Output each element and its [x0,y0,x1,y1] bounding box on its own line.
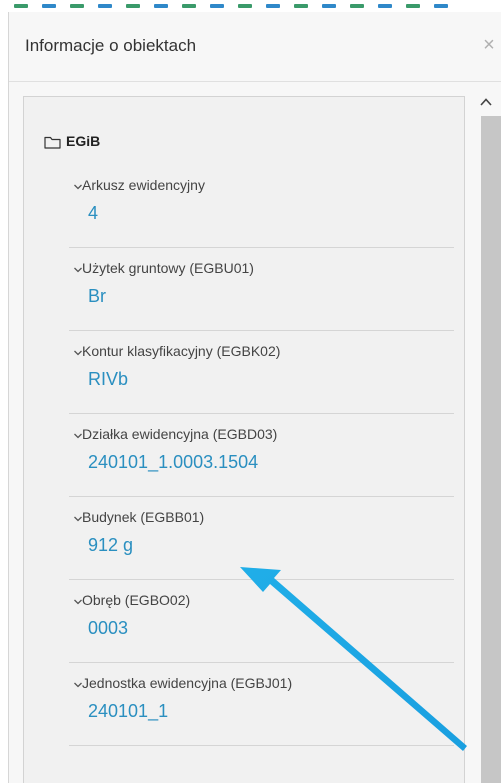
map-line-fragment [42,4,56,8]
map-line-fragment [182,4,196,8]
scrollbar-thumb[interactable] [481,116,501,783]
map-line-fragment [350,4,364,8]
vertical-scrollbar[interactable] [471,96,501,783]
panel-title: Informacje o obiektach [25,36,197,55]
map-line-fragment [378,4,392,8]
tree-item-label: Użytek gruntowy (EGBU01) [82,260,254,276]
tree-item-budynek[interactable]: Budynek (EGBB01) 912 g [69,497,454,580]
map-line-fragment [126,4,140,8]
close-icon[interactable]: × [479,34,499,56]
folder-icon [44,136,61,149]
map-line-fragment [14,4,28,8]
map-line-fragment [406,4,420,8]
map-line-fragment [210,4,224,8]
tree-item-value[interactable]: 240101_1 [88,701,168,722]
tree-item-obreb[interactable]: Obręb (EGBO02) 0003 [69,580,454,663]
tree-item-jednostka-ewidencyjna[interactable]: Jednostka ewidencyjna (EGBJ01) 240101_1 [69,663,454,746]
tree-item-value[interactable]: 4 [88,203,98,224]
tree-item-value[interactable]: Br [88,286,106,307]
tree-item-dzialka-ewidencyjna[interactable]: Działka ewidencyjna (EGBD03) 240101_1.00… [69,414,454,497]
map-line-fragment [70,4,84,8]
tree-item-label: Jednostka ewidencyjna (EGBJ01) [82,675,293,691]
map-line-fragment [238,4,252,8]
map-line-fragment [294,4,308,8]
scroll-up-icon[interactable] [479,96,493,108]
tree-item-uzytek-gruntowy[interactable]: Użytek gruntowy (EGBU01) Br [69,248,454,331]
panel-scroll-area: EGiB Arkusz ewidencyjny 4 Użytek gruntow… [9,96,501,783]
tree-item-value[interactable]: 912 g [88,535,133,556]
panel-header: Informacje o obiektach × [9,12,501,82]
tree-item-kontur-klasyfikacyjny[interactable]: Kontur klasyfikacyjny (EGBK02) RIVb [69,331,454,414]
object-tree: EGiB Arkusz ewidencyjny 4 Użytek gruntow… [23,96,465,783]
map-line-fragment [322,4,336,8]
tree-items: Arkusz ewidencyjny 4 Użytek gruntowy (EG… [69,165,454,746]
map-line-fragment [266,4,280,8]
tree-item-label: Arkusz ewidencyjny [82,177,205,193]
tree-item-label: Kontur klasyfikacyjny (EGBK02) [82,343,281,359]
tree-item-label: Obręb (EGBO02) [82,592,191,608]
map-line-fragment [98,4,112,8]
map-line-fragment [154,4,168,8]
map-line-fragment [434,4,448,8]
tree-item-label: Działka ewidencyjna (EGBD03) [82,426,278,442]
tree-item-value[interactable]: 240101_1.0003.1504 [88,452,258,473]
tree-root-label: EGiB [66,133,101,149]
object-info-panel: Informacje o obiektach × EGiB Arkusz ewi… [8,12,501,783]
tree-item-value[interactable]: RIVb [88,369,128,390]
tree-item-label: Budynek (EGBB01) [82,509,205,525]
tree-item-arkusz-ewidencyjny[interactable]: Arkusz ewidencyjny 4 [69,165,454,248]
map-background-strip [0,0,501,12]
tree-item-value[interactable]: 0003 [88,618,128,639]
